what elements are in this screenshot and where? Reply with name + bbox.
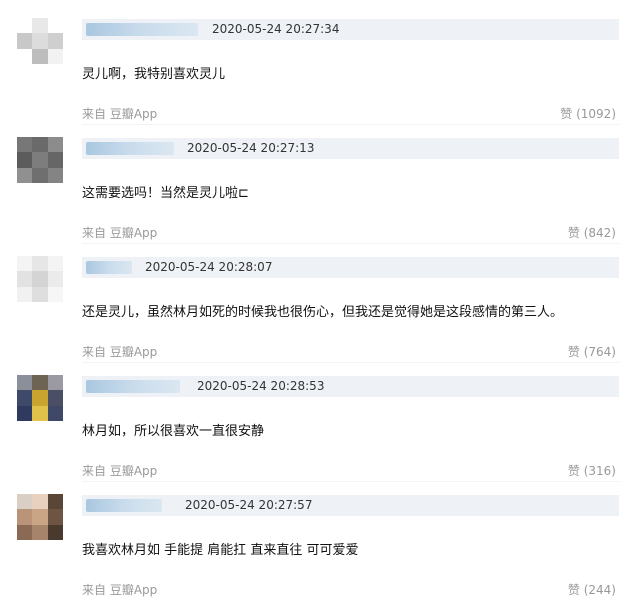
like-button[interactable]: 赞 (244): [568, 581, 616, 598]
timestamp: 2020-05-24 20:27:34: [212, 22, 340, 36]
comment-header: 2020-05-24 20:27:13: [82, 138, 619, 159]
comment-item: 2020-05-24 20:27:57 我喜欢林月如 手能提 肩能扛 直来直往 …: [0, 482, 640, 601]
comment-source: 来自 豆瓣App: [82, 464, 158, 478]
comment-source: 来自 豆瓣App: [82, 226, 158, 240]
comment-source: 来自 豆瓣App: [82, 583, 158, 597]
like-button[interactable]: 赞 (316): [568, 462, 616, 479]
timestamp: 2020-05-24 20:28:53: [197, 379, 325, 393]
comment-header: 2020-05-24 20:27:34: [82, 19, 619, 40]
comment-header: 2020-05-24 20:28:53: [82, 376, 619, 397]
comment-header: 2020-05-24 20:27:57: [82, 495, 619, 516]
avatar[interactable]: [17, 494, 63, 540]
timestamp: 2020-05-24 20:28:07: [145, 260, 273, 274]
comment-text: 还是灵儿，虽然林月如死的时候我也很伤心，但我还是觉得她是这段感情的第三人。: [82, 305, 564, 320]
username[interactable]: [86, 380, 180, 393]
comment-text: 林月如，所以很喜欢一直很安静: [82, 424, 265, 439]
comment-source: 来自 豆瓣App: [82, 107, 158, 121]
timestamp: 2020-05-24 20:27:57: [185, 498, 313, 512]
like-button[interactable]: 赞 (764): [568, 343, 616, 360]
avatar[interactable]: [17, 375, 63, 421]
comment-text: 我喜欢林月如 手能提 肩能扛 直来直往 可可爱爱: [82, 543, 359, 558]
avatar[interactable]: [17, 18, 63, 64]
comment-header: 2020-05-24 20:28:07: [82, 257, 619, 278]
like-button[interactable]: 赞 (1092): [560, 105, 616, 122]
timestamp: 2020-05-24 20:27:13: [187, 141, 315, 155]
avatar[interactable]: [17, 137, 63, 183]
like-button[interactable]: 赞 (842): [568, 224, 616, 241]
comment-text: 这需要选吗！当然是灵儿啦⊏: [82, 186, 249, 201]
avatar[interactable]: [17, 256, 63, 302]
comment-source: 来自 豆瓣App: [82, 345, 158, 359]
comment-item: 2020-05-24 20:28:53 林月如，所以很喜欢一直很安静 来自 豆瓣…: [0, 363, 640, 482]
username[interactable]: [86, 261, 132, 274]
username[interactable]: [86, 23, 198, 36]
comment-text: 灵儿啊，我特别喜欢灵儿: [82, 67, 226, 82]
username[interactable]: [86, 499, 162, 512]
username[interactable]: [86, 142, 174, 155]
comment-item: 2020-05-24 20:27:34 灵儿啊，我特别喜欢灵儿 来自 豆瓣App…: [0, 6, 640, 125]
comment-item: 2020-05-24 20:28:07 还是灵儿，虽然林月如死的时候我也很伤心，…: [0, 244, 640, 363]
comment-item: 2020-05-24 20:27:13 这需要选吗！当然是灵儿啦⊏ 来自 豆瓣A…: [0, 125, 640, 244]
